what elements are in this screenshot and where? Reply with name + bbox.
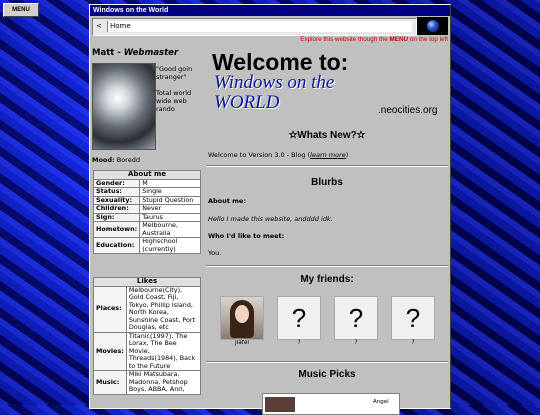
blurbs-about-text: Hello I made this website, andddd idk. bbox=[208, 215, 333, 223]
profile-mood: Mood: Boredd bbox=[92, 156, 140, 164]
table-row: Children: Never bbox=[92, 204, 201, 214]
site-logo-text: Windows on the WORLD bbox=[214, 72, 335, 113]
table-row: Education: Highschool (currently) bbox=[92, 237, 201, 254]
profile-name: Matt - Webmaster bbox=[92, 48, 179, 58]
browser-logo bbox=[417, 17, 448, 35]
likes-table: Likes Places: Melbourne(City), Gold Coast… bbox=[93, 277, 202, 395]
learn-more-link[interactable]: learn more bbox=[310, 151, 346, 159]
back-button[interactable]: < bbox=[96, 22, 102, 30]
divider bbox=[206, 361, 448, 363]
friends-title: My friends: bbox=[300, 274, 354, 285]
blurbs-meet-label: Who I'd like to meet: bbox=[208, 232, 285, 240]
address-bar[interactable]: < Home bbox=[92, 18, 417, 36]
divider bbox=[206, 265, 448, 267]
music-player[interactable]: Angel bbox=[262, 393, 400, 415]
friend-card[interactable]: Jiafei bbox=[220, 296, 264, 346]
likes-title: Likes bbox=[93, 277, 201, 287]
table-row: Movies: Titanic(1997), The Lorax, The Bee… bbox=[93, 331, 202, 371]
address-field[interactable]: Home bbox=[107, 21, 412, 32]
menu-button[interactable]: MENU bbox=[3, 3, 39, 17]
blurbs-meet-text: You. bbox=[208, 249, 222, 257]
table-row: Status: Single bbox=[92, 187, 201, 197]
track-title: Angel bbox=[373, 399, 389, 405]
music-title: Music Picks bbox=[298, 369, 356, 380]
friend-photo[interactable] bbox=[220, 296, 264, 340]
whats-new-text: Welcome to Version 3.0 - Blog (learn mor… bbox=[208, 151, 349, 159]
window-title: Windows on the World bbox=[90, 5, 450, 16]
friend-card[interactable]: ? ? bbox=[334, 296, 378, 346]
table-row: Places: Melbourne(City), Gold Coast, Fiji… bbox=[93, 285, 202, 333]
table-row: Music: Miki Matsubara, Madonna, Petshop B… bbox=[93, 370, 202, 395]
friend-card[interactable]: ? ? bbox=[277, 296, 321, 346]
explore-hint: Explore this website though the MENU on … bbox=[300, 36, 448, 43]
friend-card[interactable]: ? ? bbox=[391, 296, 435, 346]
avatar bbox=[92, 63, 156, 150]
about-title: About me bbox=[93, 170, 201, 180]
friend-placeholder[interactable]: ? bbox=[391, 296, 435, 340]
friend-placeholder[interactable]: ? bbox=[277, 296, 321, 340]
blurbs-title: Blurbs bbox=[311, 177, 343, 188]
about-table: About me Gender: M Status: Single Sexualit… bbox=[92, 170, 201, 254]
globe-icon bbox=[427, 20, 439, 32]
blurbs-about-label: About me: bbox=[208, 197, 246, 205]
table-row: Hometown: Melbourne, Australia bbox=[92, 221, 201, 238]
main-window: Windows on the World < Home Explore this… bbox=[89, 4, 451, 415]
site-domain: .neocities.org bbox=[378, 105, 438, 116]
divider bbox=[206, 165, 448, 167]
whats-new-title: ✫Whats New?✫ bbox=[288, 130, 366, 141]
profile-quote: "Good goin stranger" Total world wide we… bbox=[156, 65, 193, 113]
friend-placeholder[interactable]: ? bbox=[334, 296, 378, 340]
